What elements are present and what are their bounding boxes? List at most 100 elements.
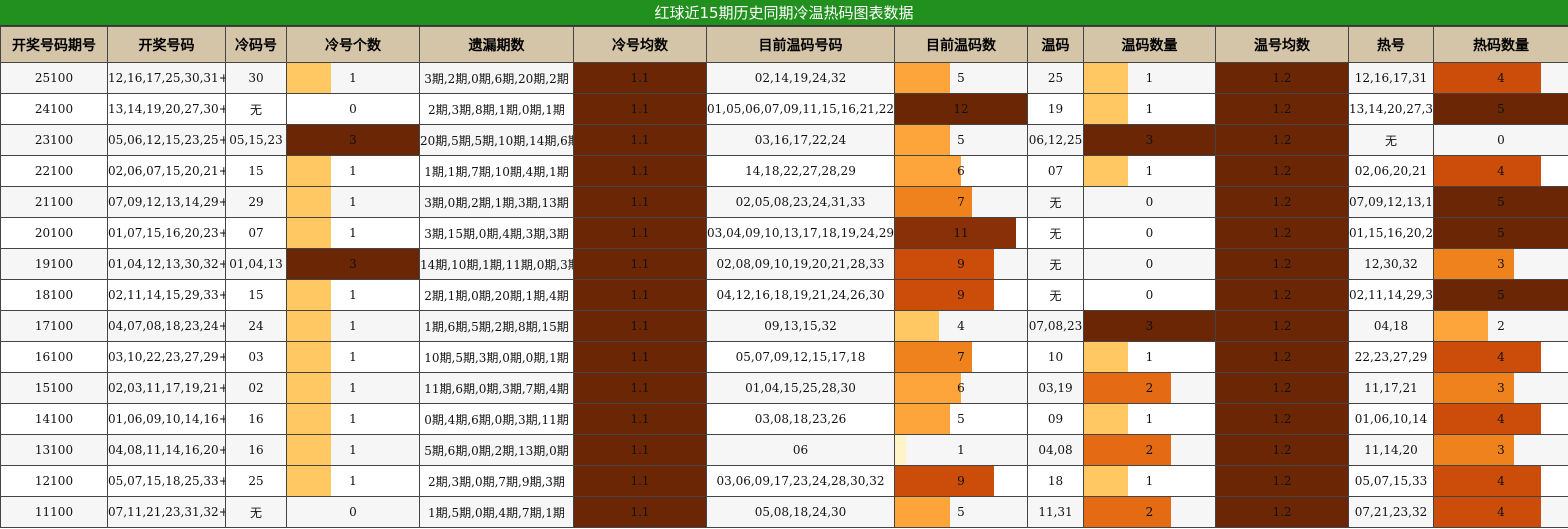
warm-avg-cell: 1.2 <box>1215 434 1349 466</box>
warm-count-cell-label: 3 <box>1145 133 1154 147</box>
current-warm-numbers-cell: 05,08,18,24,30 <box>706 496 895 528</box>
current-warm-numbers-cell: 01,04,15,25,28,30 <box>706 372 895 404</box>
warm-count-cell: 2 <box>1083 434 1216 466</box>
warm-count-cell: 0 <box>1083 279 1216 311</box>
warm-numbers-cell: 03,19 <box>1027 372 1084 404</box>
cold-count-cell: 1 <box>286 465 420 497</box>
col-header: 冷号均数 <box>573 26 707 63</box>
hot-count-cell: 3 <box>1433 434 1568 466</box>
hot-count-cell-label: 0 <box>1497 133 1505 147</box>
current-warm-count-cell: 11 <box>894 217 1028 249</box>
cold-count-cell-label: 1 <box>349 71 357 85</box>
warm-numbers-cell: 19 <box>1027 93 1084 125</box>
col-header: 温码数量 <box>1083 26 1216 63</box>
current-warm-count-cell: 9 <box>894 279 1028 311</box>
cold-numbers-cell: 16 <box>225 434 287 466</box>
warm-numbers-cell: 07,08,23 <box>1027 310 1084 342</box>
cold-avg-cell: 1.1 <box>573 496 707 528</box>
current-warm-count-cell-label: 6 <box>957 164 965 178</box>
period-cell: 20100 <box>0 217 108 249</box>
missing-periods-cell: 2期,3期,8期,1期,0期,1期 <box>419 93 574 125</box>
cold-numbers-cell: 29 <box>225 186 287 218</box>
current-warm-numbers-cell: 02,05,08,23,24,31,33 <box>706 186 895 218</box>
hot-count-cell-label: 4 <box>1497 505 1505 519</box>
warm-avg-cell: 1.2 <box>1215 62 1349 94</box>
hot-numbers-cell: 11,14,20 <box>1348 434 1434 466</box>
hot-count-cell-label: 3 <box>1497 381 1505 395</box>
hot-numbers-cell: 01,15,16,20,23 <box>1348 217 1434 249</box>
current-warm-count-cell: 9 <box>894 465 1028 497</box>
warm-numbers-cell: 04,08 <box>1027 434 1084 466</box>
cold-numbers-cell: 02 <box>225 372 287 404</box>
current-warm-count-cell: 6 <box>894 155 1028 187</box>
current-warm-count-cell-label: 9 <box>957 474 965 488</box>
current-warm-count-cell-label: 7 <box>957 350 965 364</box>
col-header: 热号 <box>1348 26 1434 63</box>
numbers-cell: 01,04,12,13,30,32+08 <box>107 248 226 280</box>
numbers-cell: 03,10,22,23,27,29+04 <box>107 341 226 373</box>
warm-avg-cell: 1.2 <box>1215 403 1349 435</box>
current-warm-count-cell-label: 9 <box>957 288 965 302</box>
hot-count-cell-label: 5 <box>1497 102 1505 116</box>
hot-count-cell: 4 <box>1433 155 1568 187</box>
cold-count-cell-label: 1 <box>349 381 357 395</box>
warm-numbers-cell: 09 <box>1027 403 1084 435</box>
hot-count-cell-label: 4 <box>1497 71 1505 85</box>
period-cell: 19100 <box>0 248 108 280</box>
hot-numbers-cell: 04,18 <box>1348 310 1434 342</box>
warm-count-cell-label: 1 <box>1145 350 1154 364</box>
hot-count-cell: 5 <box>1433 279 1568 311</box>
current-warm-count-cell: 7 <box>894 186 1028 218</box>
hot-count-cell-label: 4 <box>1497 164 1505 178</box>
missing-periods-cell: 14期,10期,1期,11期,0期,3期 <box>419 248 574 280</box>
numbers-cell: 13,14,19,20,27,30+05 <box>107 93 226 125</box>
cold-count-cell-label: 1 <box>349 412 357 426</box>
period-cell: 14100 <box>0 403 108 435</box>
col-header: 温号均数 <box>1215 26 1349 63</box>
missing-periods-cell: 11期,6期,0期,3期,7期,4期 <box>419 372 574 404</box>
current-warm-count-cell: 6 <box>894 372 1028 404</box>
numbers-cell: 07,09,12,13,14,29+16 <box>107 186 226 218</box>
warm-count-cell-label: 1 <box>1145 102 1154 116</box>
period-cell: 11100 <box>0 496 108 528</box>
warm-count-cell-label: 1 <box>1145 412 1154 426</box>
warm-count-cell-label: 1 <box>1145 474 1154 488</box>
cold-avg-cell: 1.1 <box>573 155 707 187</box>
numbers-cell: 04,08,11,14,16,20+11 <box>107 434 226 466</box>
warm-count-cell-label: 0 <box>1145 195 1154 209</box>
cold-numbers-cell: 24 <box>225 310 287 342</box>
cold-avg-cell: 1.1 <box>573 465 707 497</box>
cold-count-cell-label: 1 <box>349 319 357 333</box>
cold-numbers-cell: 16 <box>225 403 287 435</box>
cold-avg-cell: 1.1 <box>573 93 707 125</box>
current-warm-count-cell-label: 11 <box>953 226 969 240</box>
missing-periods-cell: 20期,5期,5期,10期,14期,6期 <box>419 124 574 156</box>
cold-numbers-cell: 30 <box>225 62 287 94</box>
warm-numbers-cell: 25 <box>1027 62 1084 94</box>
warm-numbers-cell: 无 <box>1027 186 1084 218</box>
warm-count-cell: 0 <box>1083 186 1216 218</box>
col-header: 冷号个数 <box>286 26 420 63</box>
cold-numbers-cell: 05,15,23 <box>225 124 287 156</box>
numbers-cell: 02,11,14,15,29,33+02 <box>107 279 226 311</box>
warm-count-cell: 1 <box>1083 403 1216 435</box>
hot-count-cell-label: 2 <box>1497 319 1505 333</box>
current-warm-numbers-cell: 01,05,06,07,09,11,15,16,21,22,25,29 <box>706 93 895 125</box>
header-row: 开奖号码期号 开奖号码 冷码号 冷号个数 遗漏期数 冷号均数 目前温码号码 目前… <box>0 26 1568 63</box>
cold-count-cell-label: 1 <box>349 164 357 178</box>
hot-count-cell: 5 <box>1433 93 1568 125</box>
current-warm-count-cell-label: 5 <box>957 133 965 147</box>
current-warm-numbers-cell: 03,16,17,22,24 <box>706 124 895 156</box>
cold-avg-cell: 1.1 <box>573 434 707 466</box>
table-row: 2310005,06,12,15,23,25+0405,15,23 3 20期,5期… <box>0 124 1568 156</box>
cold-numbers-cell: 25 <box>225 465 287 497</box>
hot-count-cell: 3 <box>1433 248 1568 280</box>
cold-count-cell-label: 0 <box>349 505 357 519</box>
warm-count-cell: 3 <box>1083 124 1216 156</box>
current-warm-count-cell-label: 12 <box>953 102 969 116</box>
cold-avg-cell: 1.1 <box>573 403 707 435</box>
warm-count-cell: 3 <box>1083 310 1216 342</box>
current-warm-numbers-cell: 05,07,09,12,15,17,18 <box>706 341 895 373</box>
cold-count-cell: 3 <box>286 248 420 280</box>
numbers-cell: 07,11,21,23,31,32+05 <box>107 496 226 528</box>
